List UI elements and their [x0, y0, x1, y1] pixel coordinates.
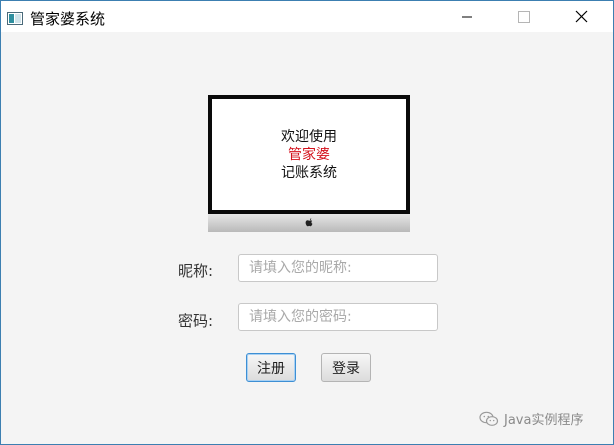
monitor-screen: 欢迎使用 管家婆 记账系统	[208, 95, 410, 214]
watermark-text: Java实例程序	[504, 413, 584, 428]
nickname-label: 昵称:	[178, 262, 214, 280]
welcome-line: 欢迎使用	[281, 128, 337, 145]
close-button[interactable]	[558, 1, 604, 32]
login-button[interactable]: 登录	[321, 353, 371, 382]
title-bar[interactable]: 管家婆系统	[1, 1, 613, 32]
close-icon	[575, 10, 587, 23]
maximize-button[interactable]	[501, 1, 547, 32]
app-window: 管家婆系统 欢迎使用 管家婆 记账系统 昵称: 请填入您的昵称: 密码: 请填入…	[0, 0, 614, 445]
maximize-icon	[518, 10, 530, 23]
register-button[interactable]: 注册	[246, 353, 296, 382]
brand-line: 管家婆	[288, 146, 330, 163]
monitor-illustration: 欢迎使用 管家婆 记账系统	[208, 95, 410, 232]
app-window-icon	[7, 10, 23, 25]
minimize-icon	[462, 16, 472, 17]
monitor-chin	[208, 214, 410, 232]
password-input[interactable]	[238, 303, 438, 331]
system-line: 记账系统	[281, 164, 337, 181]
minimize-button[interactable]	[444, 1, 490, 32]
nickname-input[interactable]	[238, 254, 438, 282]
window-title: 管家婆系统	[30, 10, 106, 28]
watermark: Java实例程序	[479, 409, 583, 428]
apple-logo-icon	[305, 218, 312, 227]
wechat-icon	[479, 411, 499, 426]
password-label: 密码:	[178, 312, 214, 330]
